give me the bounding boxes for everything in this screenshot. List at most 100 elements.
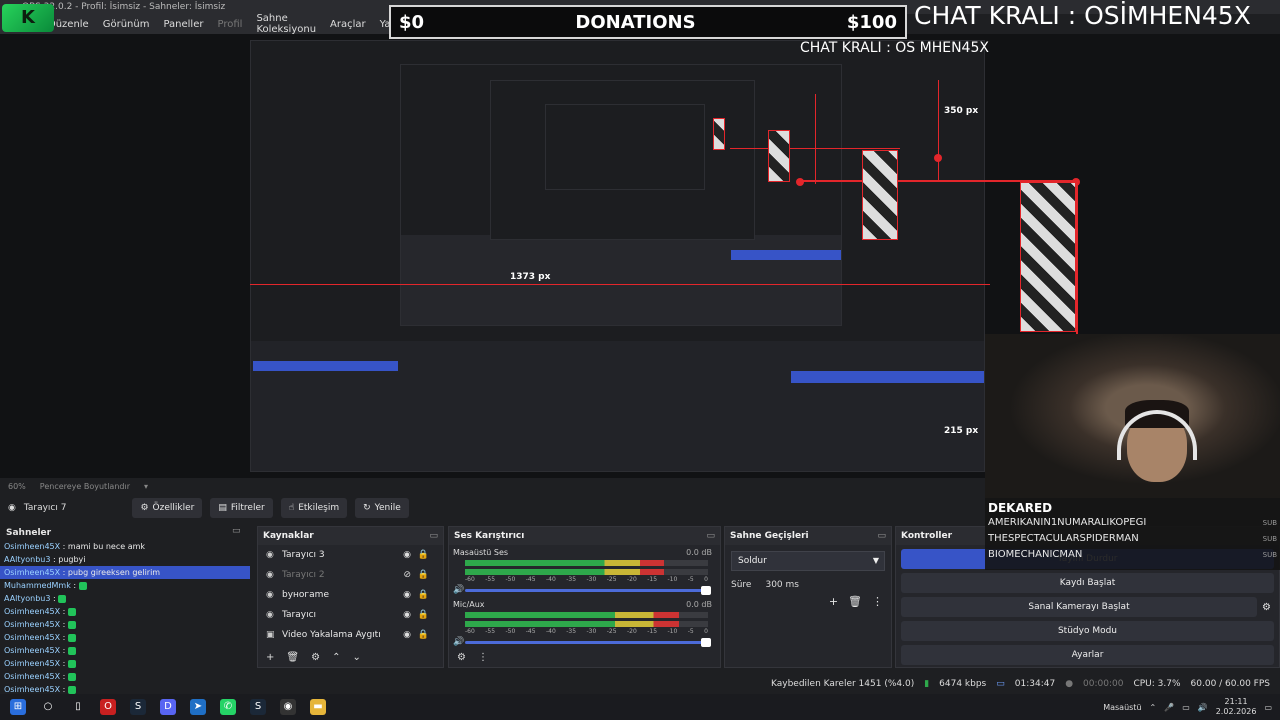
volume-icon[interactable]: 🔊 bbox=[1198, 703, 1208, 712]
lock-icon[interactable]: 🔒 bbox=[418, 550, 429, 560]
chat-line[interactable]: Osimheen45X : bbox=[0, 644, 250, 657]
eye-icon[interactable]: ◉ bbox=[403, 610, 411, 620]
mic-icon[interactable]: 🎤 bbox=[1164, 703, 1174, 712]
clock-time: 21:11 bbox=[1224, 697, 1248, 706]
zoom-mode[interactable]: Pencereye Boyutlandır bbox=[40, 482, 130, 491]
chevron-down-icon[interactable]: ▾ bbox=[144, 482, 148, 491]
emote-icon bbox=[67, 633, 76, 642]
add-icon[interactable]: + bbox=[266, 652, 274, 663]
chat-line[interactable]: Osimheen45X : pubg gireeksen gelirim bbox=[0, 566, 250, 579]
chat-separator: : bbox=[60, 542, 68, 551]
eye-hidden-icon[interactable]: ⊘ bbox=[403, 570, 411, 580]
volume-icon[interactable]: 🔊 bbox=[453, 585, 464, 595]
chat-line[interactable]: Osimheen45X : mami bu nece amk bbox=[0, 540, 250, 553]
chat-line[interactable]: MuhammedMmk : bbox=[0, 579, 250, 592]
preview-zoom-bar: 60% Pencereye Boyutlandır ▾ bbox=[0, 480, 985, 492]
start-recording-button[interactable]: Kaydı Başlat bbox=[901, 573, 1274, 593]
source-item[interactable]: ◉ byногame ◉ 🔒 bbox=[258, 585, 443, 605]
volume-icon[interactable]: 🔊 bbox=[453, 637, 464, 647]
dock-menu-icon[interactable]: ▭ bbox=[429, 527, 438, 545]
steam-icon-2[interactable]: S bbox=[250, 699, 266, 715]
eye-icon[interactable]: ◉ bbox=[403, 550, 411, 560]
channel-name: Masaüstü Ses bbox=[453, 548, 509, 557]
chat-line[interactable]: Osimheen45X : bbox=[0, 618, 250, 631]
eye-icon[interactable]: ◉ bbox=[403, 590, 411, 600]
clock[interactable]: 21:11 2.02.2026 bbox=[1216, 697, 1257, 717]
chat-line[interactable]: AAltyonbu3 : pugbyi bbox=[0, 553, 250, 566]
source-item[interactable]: ◉ Tarayıcı 2 ⊘ 🔒 bbox=[258, 565, 443, 585]
menu-view[interactable]: Görünüm bbox=[103, 19, 150, 30]
source-label: Tarayıcı bbox=[282, 610, 317, 620]
notification-icon[interactable]: ▭ bbox=[1264, 703, 1272, 712]
measure-label: 1373 px bbox=[510, 272, 551, 282]
opera-icon[interactable]: O bbox=[100, 699, 116, 715]
studio-mode-button[interactable]: Stüdyo Modu bbox=[901, 621, 1274, 641]
search-icon[interactable]: ○ bbox=[40, 699, 56, 715]
sub-name: BIOMECHANICMAN bbox=[988, 549, 1083, 560]
menu-edit[interactable]: Düzenle bbox=[48, 19, 89, 30]
source-item[interactable]: ◉ Tarayıcı 3 ◉ 🔒 bbox=[258, 545, 443, 565]
volume-slider[interactable] bbox=[465, 586, 711, 595]
globe-icon: ◉ bbox=[266, 610, 274, 620]
more-icon[interactable]: ⋮ bbox=[478, 652, 488, 663]
network-icon[interactable]: ▭ bbox=[1182, 703, 1190, 712]
settings-button[interactable]: Ayarlar bbox=[901, 645, 1274, 665]
lock-icon[interactable]: 🔒 bbox=[418, 630, 429, 640]
trash-icon[interactable]: 🗑 bbox=[286, 652, 299, 663]
volume-slider[interactable] bbox=[465, 638, 711, 647]
tick-label: -35 bbox=[566, 576, 577, 583]
menu-docks[interactable]: Paneller bbox=[163, 19, 203, 30]
chat-line[interactable]: Osimheen45X : bbox=[0, 605, 250, 618]
obs-icon[interactable]: ◉ bbox=[280, 699, 296, 715]
slider-knob[interactable] bbox=[701, 586, 711, 595]
telegram-icon[interactable]: ➤ bbox=[190, 699, 206, 715]
folder-icon[interactable]: ▬ bbox=[310, 699, 326, 715]
whatsapp-icon[interactable]: ✆ bbox=[220, 699, 236, 715]
link-icon[interactable]: ⚙ bbox=[457, 652, 466, 663]
gear-icon[interactable]: ⚙ bbox=[1262, 602, 1271, 613]
browser-icon: ◉ bbox=[8, 503, 16, 513]
more-icon[interactable]: ⋮ bbox=[872, 595, 883, 608]
level-meter bbox=[465, 569, 708, 575]
refresh-button[interactable]: ↻ Yenile bbox=[355, 498, 409, 518]
clock-date: 2.02.2026 bbox=[1215, 707, 1257, 716]
transition-select[interactable]: Soldur ▼ bbox=[731, 551, 885, 571]
lock-icon[interactable]: 🔒 bbox=[418, 570, 429, 580]
windows-start-icon[interactable]: ⊞ bbox=[10, 699, 26, 715]
chat-line[interactable]: AAltyonbu3 : bbox=[0, 592, 250, 605]
dock-menu-icon[interactable]: ▭ bbox=[706, 527, 715, 545]
lock-icon[interactable]: 🔒 bbox=[418, 610, 429, 620]
chevron-up-icon[interactable]: ⌃ bbox=[332, 652, 340, 663]
source-item[interactable]: ▣ Video Yakalama Aygıtı ◉ 🔒 bbox=[258, 625, 443, 645]
chevron-down-icon[interactable]: ⌄ bbox=[352, 652, 360, 663]
lock-icon[interactable]: 🔒 bbox=[418, 590, 429, 600]
selection-handle bbox=[713, 118, 725, 150]
steam-icon[interactable]: S bbox=[130, 699, 146, 715]
gear-icon[interactable]: ⚙ bbox=[311, 652, 320, 663]
duration-field[interactable]: 300 ms bbox=[759, 577, 885, 593]
trash-icon[interactable]: 🗑 bbox=[848, 595, 862, 608]
chevron-up-icon[interactable]: ⌃ bbox=[1150, 703, 1157, 712]
properties-button[interactable]: ⚙ Özellikler bbox=[132, 498, 203, 518]
discord-icon[interactable]: D bbox=[160, 699, 176, 715]
dock-menu-icon[interactable]: ▭ bbox=[877, 527, 886, 545]
source-item[interactable]: ◉ Tarayıcı ◉ 🔒 bbox=[258, 605, 443, 625]
filters-button[interactable]: ▤ Filtreler bbox=[210, 498, 273, 518]
desktop-label[interactable]: Masaüstü bbox=[1103, 703, 1141, 712]
add-icon[interactable]: + bbox=[829, 595, 838, 608]
zoom-value[interactable]: 60% bbox=[8, 482, 26, 491]
chat-line[interactable]: Osimheen45X : bbox=[0, 657, 250, 670]
start-virtualcam-button[interactable]: Sanal Kamerayı Başlat bbox=[901, 597, 1258, 617]
task-view-icon[interactable]: ▯ bbox=[70, 699, 86, 715]
bitrate: 6474 kbps bbox=[939, 679, 987, 689]
chat-text: pubg gireeksen gelirim bbox=[67, 568, 161, 577]
interact-button[interactable]: ☝ Etkileşim bbox=[280, 498, 348, 518]
dock-menu-icon[interactable]: ▭ bbox=[232, 526, 241, 536]
tick-label: -60 bbox=[465, 628, 475, 635]
chat-line[interactable]: Osimheen45X : bbox=[0, 631, 250, 644]
menu-tools[interactable]: Araçlar bbox=[330, 19, 366, 30]
menu-scene-collection[interactable]: Sahne Koleksiyonu bbox=[256, 13, 316, 35]
menu-profile[interactable]: Profil bbox=[217, 19, 242, 30]
eye-icon[interactable]: ◉ bbox=[403, 630, 411, 640]
slider-knob[interactable] bbox=[701, 638, 711, 647]
